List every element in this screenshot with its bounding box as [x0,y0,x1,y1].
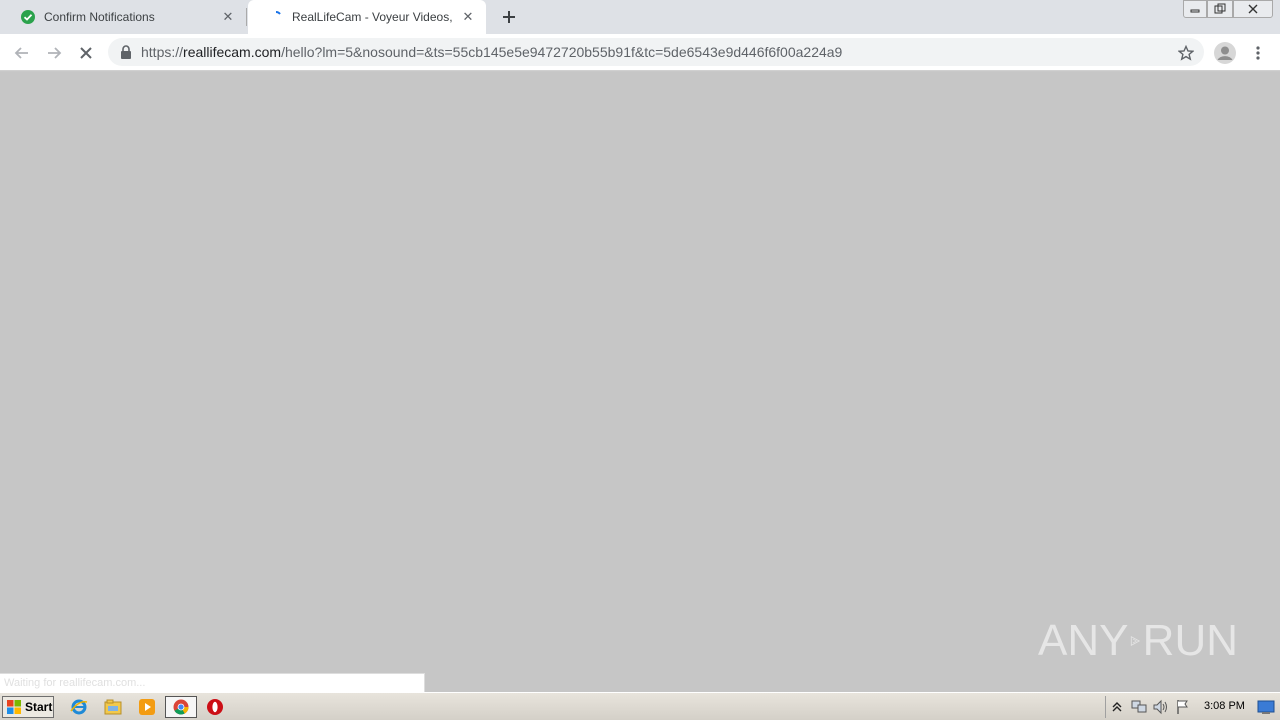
windows-flag-icon [7,700,21,714]
forward-button[interactable] [41,40,67,66]
check-circle-icon [20,9,36,25]
status-bubble: Waiting for reallifecam.com... [0,673,425,692]
arrow-left-icon [14,47,28,59]
tab-confirm-notifications[interactable]: Confirm Notifications ✕ [0,0,246,34]
watermark-left: ANY [1038,616,1129,665]
tab-divider [246,8,247,26]
action-center-flag-icon[interactable] [1172,697,1194,717]
profile-avatar-icon[interactable] [1213,41,1237,65]
media-player-icon[interactable] [136,697,158,717]
start-label: Start [25,700,53,714]
show-hidden-icons-icon[interactable] [1106,697,1128,717]
back-button[interactable] [9,40,35,66]
lock-icon [121,45,131,59]
plus-icon [503,11,515,23]
stop-icon [80,47,92,59]
tab-title: RealLifeCam - Voyeur Videos, Hidden [292,10,454,24]
taskbar-clock[interactable]: 3:08 PM [1204,700,1245,712]
chrome-taskbar-button[interactable] [165,696,197,718]
close-icon [1248,4,1258,14]
star-icon [1178,45,1194,61]
stop-loading-button[interactable] [73,40,99,66]
url-text: https://reallifecam.com/hello?lm=5&nosou… [141,44,842,60]
tab-title: Confirm Notifications [44,10,155,24]
play-logo-icon [1131,636,1141,646]
minimize-icon [1190,9,1200,13]
close-window-button[interactable] [1233,0,1273,18]
url-path: /hello?lm=5&nosound=&ts=55cb145e5e947272… [281,44,843,60]
start-button[interactable]: Start [2,696,54,718]
taskbar: Start 3:08 PM [0,692,1280,720]
bookmark-star-button[interactable] [1173,40,1199,66]
new-tab-button[interactable] [498,6,520,28]
network-icon[interactable] [1128,697,1150,717]
anyrun-watermark: ANY RUN [1038,607,1238,675]
internet-explorer-icon[interactable] [68,697,90,717]
arrow-right-icon [48,47,62,59]
page-content [0,72,1280,692]
more-vert-icon [1256,46,1260,60]
tab-reallifecam[interactable]: RealLifeCam - Voyeur Videos, Hidden ✕ [248,0,486,34]
tab-strip: Confirm Notifications ✕ RealLifeCam - Vo… [0,0,1280,34]
url-scheme: https:// [141,44,184,60]
opera-icon[interactable] [204,697,226,717]
show-desktop-icon[interactable] [1257,700,1275,714]
close-tab-icon[interactable]: ✕ [220,9,236,25]
browser-menu-button[interactable] [1245,40,1271,66]
minimize-button[interactable] [1183,0,1207,18]
restore-icon [1214,3,1226,14]
watermark-right: RUN [1142,616,1238,665]
browser-toolbar: https://reallifecam.com/hello?lm=5&nosou… [0,34,1280,71]
close-tab-icon[interactable]: ✕ [460,9,476,25]
loading-spinner-icon [268,9,284,25]
volume-icon[interactable] [1150,697,1172,717]
system-tray [1105,696,1280,718]
restore-button[interactable] [1207,0,1233,18]
url-host: reallifecam.com [183,44,282,60]
file-explorer-icon[interactable] [102,697,124,717]
chrome-icon [173,699,189,715]
address-bar[interactable]: https://reallifecam.com/hello?lm=5&nosou… [108,38,1204,66]
